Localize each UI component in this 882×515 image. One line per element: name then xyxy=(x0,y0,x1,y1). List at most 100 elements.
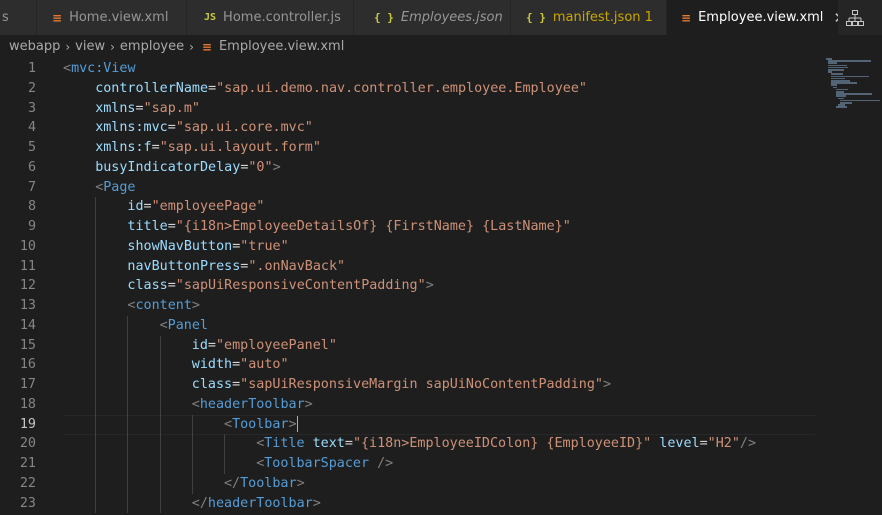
tab-label: Employees.json xyxy=(400,10,503,25)
code-line[interactable]: 8 id="employeePage" xyxy=(0,197,820,217)
code-text: <ToolbarSpacer /> xyxy=(256,454,393,474)
tab-home-view-xml[interactable]: ≡ Home.view.xml xyxy=(37,0,187,35)
indent-guide xyxy=(95,197,97,217)
indent-guide xyxy=(95,394,97,415)
code-text: <headerToolbar> xyxy=(192,395,313,415)
code-line[interactable]: 17 class="sapUiResponsiveMargin sapUiNoCo… xyxy=(0,375,820,395)
code-line[interactable]: 16 width="auto" xyxy=(0,355,820,375)
code-line[interactable]: 22 </Toolbar> xyxy=(0,473,820,494)
code-token: "sap.ui.demo.nav.controller.employee.Emp… xyxy=(216,80,587,96)
code-text: <mvc:View xyxy=(63,59,136,79)
code-text: class="sapUiResponsiveContentPadding"> xyxy=(127,276,433,296)
hierarchy-icon[interactable] xyxy=(845,8,865,28)
code-token: > xyxy=(602,377,612,392)
code-editor[interactable]: 1 <mvc:View 2 controllerName="sap.ui.demo.n… xyxy=(0,58,882,515)
xml-file-icon: ≡ xyxy=(201,39,212,54)
indent-guide xyxy=(127,355,129,375)
tab-manifest-json[interactable]: { } manifest.json 1 xyxy=(511,0,667,35)
code-line[interactable]: 13 <content> xyxy=(0,296,820,316)
code-token: id xyxy=(127,199,144,215)
code-line[interactable]: 21 <ToolbarSpacer /> xyxy=(0,454,820,474)
code-token: </ xyxy=(191,495,208,511)
text-cursor xyxy=(296,415,298,432)
code-line[interactable]: 23 </headerToolbar> xyxy=(0,493,820,514)
code-token: busyIndicatorDelay xyxy=(95,159,241,175)
tab-employees-json[interactable]: { } Employees.json xyxy=(354,0,511,35)
code-line[interactable]: 19 <Toolbar> xyxy=(0,414,820,435)
code-token: > xyxy=(296,475,305,491)
code-line[interactable]: 3 xmlns="sap.m" xyxy=(0,99,820,119)
code-token: Toolbar xyxy=(240,475,297,491)
indent-guide xyxy=(127,454,129,474)
code-token: < xyxy=(191,396,200,412)
code-line[interactable]: 11 navButtonPress=".onNavBack" xyxy=(0,256,820,277)
code-token: "{i18n>EmployeeDetailsOf} {FirstName} {L… xyxy=(175,219,571,234)
code-token: "sapUiResponsiveMargin sapUiNoContentPad… xyxy=(240,377,603,392)
breadcrumb-item-view[interactable]: view xyxy=(75,39,105,54)
breadcrumb-item-webapp[interactable]: webapp xyxy=(9,39,60,54)
indent-guide xyxy=(127,414,129,435)
indent-guide xyxy=(224,454,225,474)
js-file-icon: JS xyxy=(204,12,217,23)
tab-partial[interactable]: s xyxy=(0,0,37,35)
close-icon[interactable]: ✕ xyxy=(833,9,838,27)
code-line[interactable]: 1 <mvc:View xyxy=(0,59,820,79)
code-token: = xyxy=(135,100,144,116)
line-number: 6 xyxy=(27,159,36,175)
indent-guide xyxy=(95,355,97,375)
code-token: Panel xyxy=(167,317,208,333)
indent-guide xyxy=(95,217,97,237)
code-token: headerToolbar xyxy=(207,495,313,511)
code-token: "auto" xyxy=(240,357,289,373)
code-token: level xyxy=(659,436,700,452)
code-token: title xyxy=(127,219,168,234)
code-token: > xyxy=(288,416,297,432)
minimap[interactable] xyxy=(826,58,882,168)
code-line[interactable]: 14 <Panel xyxy=(0,315,820,336)
tab-employee-view-xml[interactable]: ≡ Employee.view.xml ✕ xyxy=(667,0,839,35)
code-text: id="employeePanel" xyxy=(192,336,337,356)
code-line[interactable]: 4 xmlns:mvc="sap.ui.core.mvc" xyxy=(0,118,820,138)
xml-file-icon: ≡ xyxy=(52,10,63,25)
minimap-line xyxy=(835,106,847,108)
code-line[interactable]: 6 busyIndicatorDelay="0"> xyxy=(0,158,820,178)
tab-home-controller-js[interactable]: JS Home.controller.js xyxy=(187,0,354,35)
code-line[interactable]: 12 class="sapUiResponsiveContentPadding"> xyxy=(0,276,820,296)
line-number: 20 xyxy=(19,436,36,452)
line-number: 23 xyxy=(19,495,36,511)
code-token: > xyxy=(191,298,200,313)
code-line[interactable]: 2 controllerName="sap.ui.demo.nav.control… xyxy=(0,79,820,99)
code-token: "sap.m" xyxy=(143,100,200,116)
code-token: = xyxy=(232,377,241,392)
code-token: Toolbar xyxy=(232,416,289,432)
tab-label: s xyxy=(2,10,9,25)
code-text: xmlns="sap.m" xyxy=(95,99,200,119)
code-line[interactable]: 9 title="{i18n>EmployeeDetailsOf} {FirstN… xyxy=(0,217,820,237)
indent-guide xyxy=(191,473,193,494)
line-number: 7 xyxy=(27,179,36,195)
code-token: "0" xyxy=(248,159,273,175)
indent-guide xyxy=(127,493,129,514)
code-token: "employeePage" xyxy=(151,199,265,215)
code-line[interactable]: 7 <Page xyxy=(0,178,820,198)
indent-guide xyxy=(127,473,129,494)
code-line[interactable]: 20 <Title text="{i18n>EmployeeIDColon} {E… xyxy=(0,434,820,454)
code-text: controllerName="sap.ui.demo.nav.controll… xyxy=(95,79,587,99)
breadcrumb-item-employee[interactable]: employee xyxy=(120,39,184,54)
indent-guide xyxy=(159,473,161,494)
code-line[interactable]: 10 showNavButton="true" xyxy=(0,236,820,257)
code-token: class xyxy=(127,278,168,294)
breadcrumb-item-file[interactable]: Employee.view.xml xyxy=(219,39,344,54)
tab-label: Home.controller.js xyxy=(223,10,341,25)
code-token: "true" xyxy=(240,238,289,254)
code-text: showNavButton="true" xyxy=(127,237,288,257)
code-line[interactable]: 18 <headerToolbar> xyxy=(0,394,820,415)
code-token: id xyxy=(191,337,208,353)
code-token: mvc:View xyxy=(71,61,136,76)
chevron-right-icon: › xyxy=(65,39,71,54)
code-line[interactable]: 5 xmlns:f="sap.ui.layout.form" xyxy=(0,138,820,158)
code-text: </headerToolbar> xyxy=(192,494,321,514)
code-line[interactable]: 15 id="employeePanel" xyxy=(0,335,820,356)
